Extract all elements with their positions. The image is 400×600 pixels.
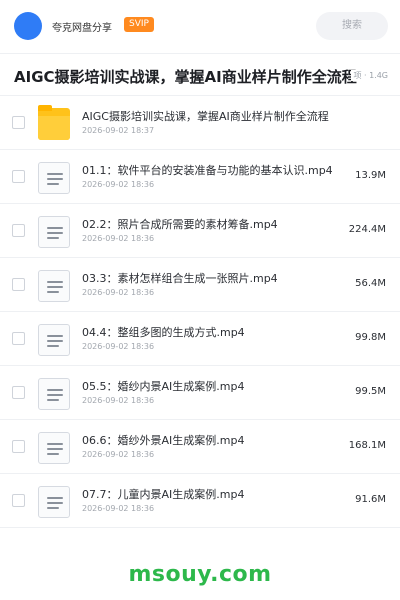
list-item-folder[interactable]: AIGC摄影培训实战课，掌握AI商业样片制作全流程 2026-09-02 18:… (0, 96, 400, 150)
item-date: 2026-09-02 18:36 (82, 396, 155, 405)
document-icon (38, 324, 70, 356)
item-date: 2026-09-02 18:36 (82, 180, 155, 189)
item-name: 06.6：婚纱外景AI生成案例.mp4 (82, 434, 245, 447)
item-name: 04.4：整组多图的生成方式.mp4 (82, 326, 245, 339)
row-checkbox[interactable] (12, 440, 25, 453)
document-icon (38, 432, 70, 464)
item-size: 13.9M (355, 170, 386, 181)
item-date: 2026-09-02 18:36 (82, 234, 155, 243)
list-item[interactable]: 06.6：婚纱外景AI生成案例.mp4 2026-09-02 18:36 168… (0, 420, 400, 474)
row-checkbox[interactable] (12, 332, 25, 345)
item-date: 2026-09-02 18:36 (82, 504, 155, 513)
list-item[interactable]: 01.1：软件平台的安装准备与功能的基本认识.mp4 2026-09-02 18… (0, 150, 400, 204)
item-date: 2026-09-02 18:36 (82, 450, 155, 459)
watermark-text: msouy.com (128, 562, 272, 587)
row-checkbox[interactable] (12, 386, 25, 399)
list-item[interactable]: 07.7：儿童内景AI生成案例.mp4 2026-09-02 18:36 91.… (0, 474, 400, 528)
avatar[interactable] (14, 12, 42, 40)
search-input[interactable]: 搜索 (316, 12, 388, 40)
item-name: 03.3：素材怎样组合生成一张照片.mp4 (82, 272, 278, 285)
item-size: 168.1M (348, 440, 386, 451)
folder-icon (38, 105, 70, 140)
item-name: 07.7：儿童内景AI生成案例.mp4 (82, 488, 245, 501)
item-size: 91.6M (355, 494, 386, 505)
folder-meta: 项 · 1.4G (351, 70, 388, 81)
row-checkbox[interactable] (12, 170, 25, 183)
item-size: 99.5M (355, 386, 386, 397)
row-checkbox[interactable] (12, 494, 25, 507)
item-size: 99.8M (355, 332, 386, 343)
item-date: 2026-09-02 18:36 (82, 288, 155, 297)
document-icon (38, 216, 70, 248)
document-icon (38, 162, 70, 194)
row-checkbox[interactable] (12, 224, 25, 237)
list-item[interactable]: 02.2：照片合成所需要的素材筹备.mp4 2026-09-02 18:36 2… (0, 204, 400, 258)
item-name: 02.2：照片合成所需要的素材筹备.mp4 (82, 218, 278, 231)
item-name: 01.1：软件平台的安装准备与功能的基本认识.mp4 (82, 164, 333, 177)
list-item[interactable]: 05.5：婚纱内景AI生成案例.mp4 2026-09-02 18:36 99.… (0, 366, 400, 420)
row-checkbox[interactable] (12, 278, 25, 291)
item-size: 224.4M (348, 224, 386, 235)
item-name: 05.5：婚纱内景AI生成案例.mp4 (82, 380, 245, 393)
list-item[interactable]: 04.4：整组多图的生成方式.mp4 2026-09-02 18:36 99.8… (0, 312, 400, 366)
item-name: AIGC摄影培训实战课，掌握AI商业样片制作全流程 (82, 110, 329, 123)
file-list: AIGC摄影培训实战课，掌握AI商业样片制作全流程 2026-09-02 18:… (0, 96, 400, 528)
document-icon (38, 378, 70, 410)
page-title: AIGC摄影培训实战课，掌握AI商业样片制作全流程 (14, 68, 357, 86)
row-checkbox[interactable] (12, 116, 25, 129)
item-date: 2026-09-02 18:37 (82, 126, 155, 135)
owner-name[interactable]: 夸克网盘分享 (52, 19, 112, 34)
item-size: 56.4M (355, 278, 386, 289)
document-icon (38, 486, 70, 518)
item-date: 2026-09-02 18:36 (82, 342, 155, 351)
document-icon (38, 270, 70, 302)
folder-header: AIGC摄影培训实战课，掌握AI商业样片制作全流程 项 · 1.4G (0, 54, 400, 96)
list-item[interactable]: 03.3：素材怎样组合生成一张照片.mp4 2026-09-02 18:36 5… (0, 258, 400, 312)
top-bar: 夸克网盘分享 SVIP 搜索 (0, 0, 400, 54)
svip-badge: SVIP (124, 17, 154, 32)
